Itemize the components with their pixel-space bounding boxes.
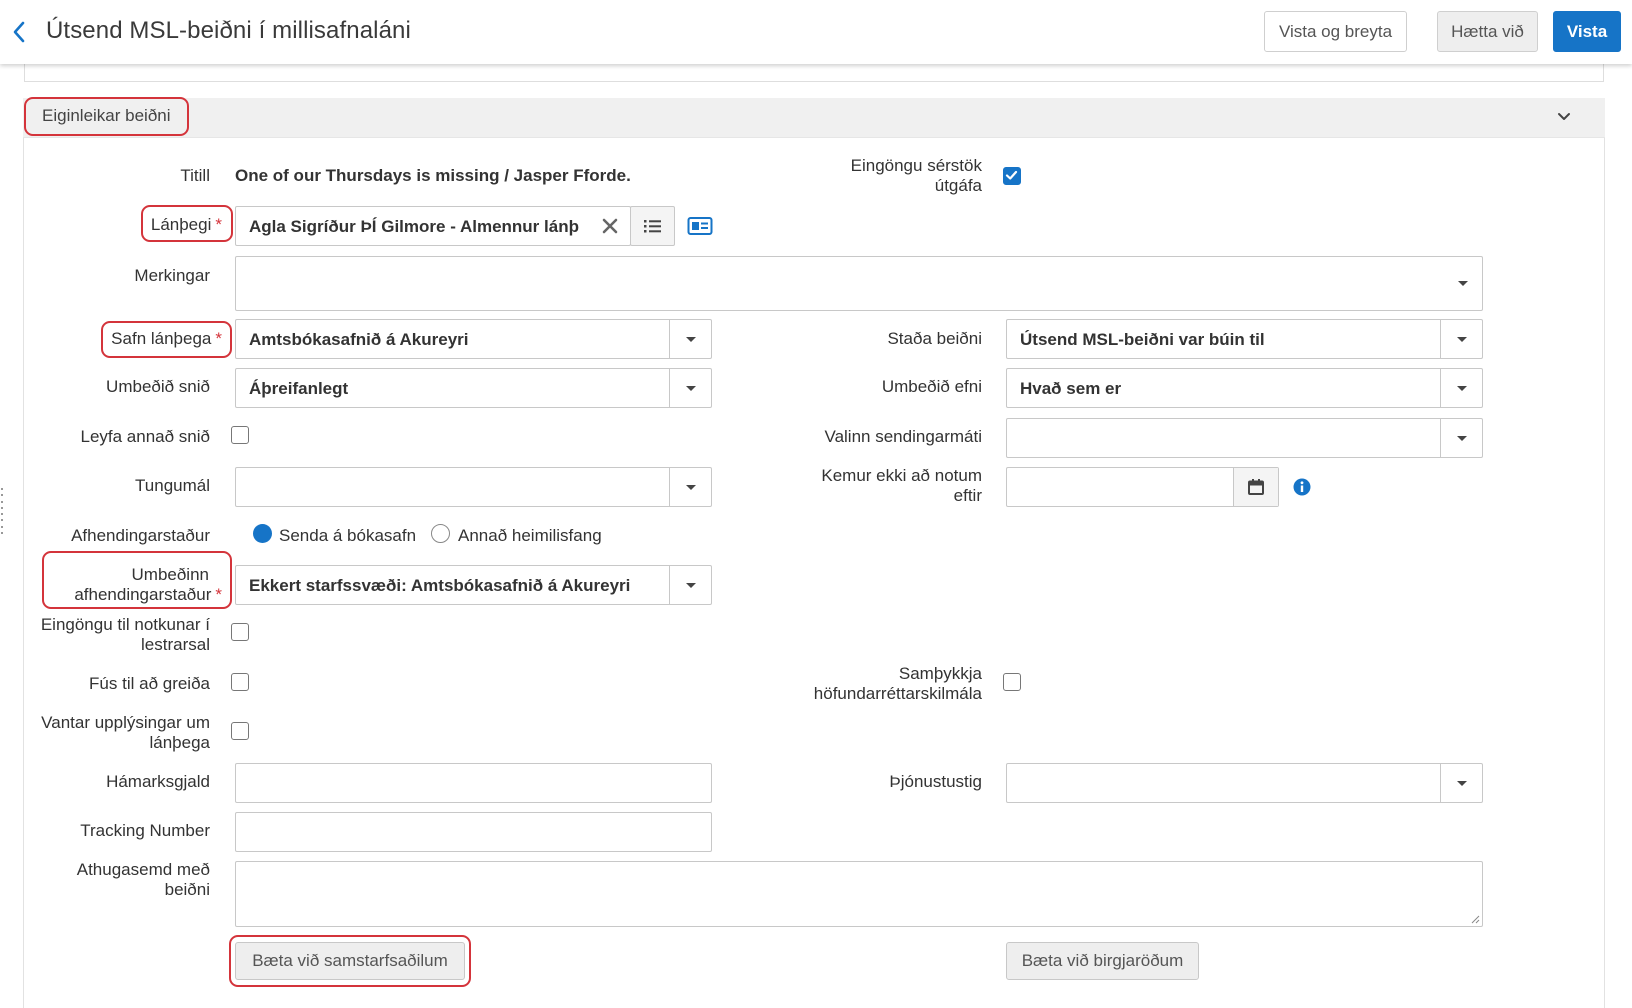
add-suppliers-button[interactable]: Bæta við birgjaröðum [1006,942,1199,980]
cancel-button[interactable]: Hætta við [1437,11,1538,52]
contact-card-icon [687,217,713,235]
request-note-textarea[interactable] [235,861,1483,927]
chevron-down-icon [1558,113,1570,120]
language-label: Tungumál [135,476,210,495]
requested-format-select[interactable]: Áþreifanlegt [235,368,712,408]
required-marker: * [215,215,222,234]
language-select[interactable] [235,467,712,507]
save-and-edit-button[interactable]: Vista og breyta [1264,11,1407,52]
preferred-send-method-label: Valinn sendingarmáti [824,427,983,446]
requested-pickup-label: Umbeðinn afhendingarstaður * [74,565,222,604]
patron-input[interactable]: Agla Sigríður ÞÍ Gilmore - Almennur lánþ… [235,206,631,246]
other-address-radio[interactable] [431,524,450,543]
page-title: Útsend MSL-beiðni í millisafnaláni [46,17,411,44]
request-status-select[interactable]: Útsend MSL-beiðni var búin til [1006,319,1483,359]
tracking-number-label: Tracking Number [80,821,210,840]
page-header: Útsend MSL-beiðni í millisafnaláni Vista… [0,0,1632,64]
clear-patron-button[interactable] [600,216,620,236]
requested-material-label: Umbeðið efni [881,377,982,396]
requested-format-label: Umbeðið snið [106,377,210,396]
missing-patron-info-checkbox[interactable] [231,722,249,740]
dropdown-arrow-icon[interactable] [1440,369,1482,407]
info-button[interactable] [1293,478,1311,496]
allow-other-format-checkbox[interactable] [231,426,249,444]
dropdown-arrow-icon [1458,281,1468,286]
service-level-select[interactable] [1006,763,1483,803]
accept-copyright-label: Samþykkja höfundarréttarskilmála [813,664,982,703]
patron-list-button[interactable] [630,206,675,246]
dropdown-arrow-icon[interactable] [669,468,711,506]
missing-patron-info-label: Vantar upplýsingar um lánþega [41,713,210,752]
max-fee-label: Hámarksgjald [106,772,210,791]
allow-other-format-label: Leyfa annað snið [80,427,211,446]
tracking-number-input[interactable] [235,812,712,852]
title-label: Titill [180,166,210,185]
add-partners-button[interactable]: Bæta við samstarfsaðilum [235,942,465,980]
not-needed-after-label: Kemur ekki að notum eftir [821,466,982,505]
close-icon [602,218,618,234]
send-to-library-label[interactable]: Senda á bókasafn [279,526,416,546]
title-value: One of our Thursdays is missing / Jasper… [235,166,631,185]
calendar-button[interactable] [1233,468,1278,506]
reading-room-checkbox[interactable] [231,623,249,641]
dropdown-arrow-icon[interactable] [669,320,711,358]
save-button[interactable]: Vista [1553,11,1621,52]
willing-to-pay-checkbox[interactable] [231,673,249,691]
request-note-label: Athugasemd með beiðni [76,860,210,899]
checkmark-icon [1005,170,1018,180]
service-level-label: Þjónustustig [889,772,982,791]
not-needed-after-date-input[interactable] [1006,467,1279,507]
patron-library-label: Safn lánþega * [111,329,222,348]
willing-to-pay-label: Fús til að greiða [89,674,210,693]
collapse-section-button[interactable] [1554,107,1574,127]
section-header[interactable] [23,98,1605,138]
required-marker: * [215,585,222,604]
accept-copyright-checkbox[interactable] [1003,673,1021,691]
specific-edition-checkbox[interactable] [1003,167,1021,185]
dropdown-arrow-icon[interactable] [1440,764,1482,802]
patron-label: Lánþegi * [150,215,222,234]
pickup-location-label: Afhendingarstaður [71,526,210,545]
reading-room-label: Eingöngu til notkunar í lestrarsal [40,615,210,654]
dropdown-arrow-icon[interactable] [1440,419,1482,457]
other-address-label[interactable]: Annað heimilisfang [458,526,602,546]
markings-label: Merkingar [134,266,210,285]
dropdown-arrow-icon[interactable] [669,566,711,604]
send-to-library-radio[interactable] [253,524,272,543]
back-button[interactable] [8,18,30,46]
list-icon [644,220,661,233]
calendar-icon [1248,479,1264,495]
dropdown-arrow-icon[interactable] [669,369,711,407]
info-icon [1293,478,1311,496]
preferred-send-method-select[interactable] [1006,418,1483,458]
patron-card-button[interactable] [687,216,713,236]
chevron-left-icon [13,21,25,43]
dropdown-arrow-icon[interactable] [1440,320,1482,358]
required-marker: * [215,329,222,348]
markings-select[interactable] [235,256,1483,311]
request-status-label: Staða beiðni [887,329,982,348]
resize-grip-icon [1471,915,1480,924]
patron-library-select[interactable]: Amtsbókasafnið á Akureyri [235,319,712,359]
max-fee-input[interactable] [235,763,712,803]
requested-material-select[interactable]: Hvað sem er [1006,368,1483,408]
section-title: Eiginleikar beiðni [42,106,171,125]
specific-edition-label: Eingöngu sérstök útgáfa [850,156,982,195]
resize-handle[interactable] [0,488,4,534]
requested-pickup-select[interactable]: Ekkert starfssvæði: Amtsbókasafnið á Aku… [235,565,712,605]
